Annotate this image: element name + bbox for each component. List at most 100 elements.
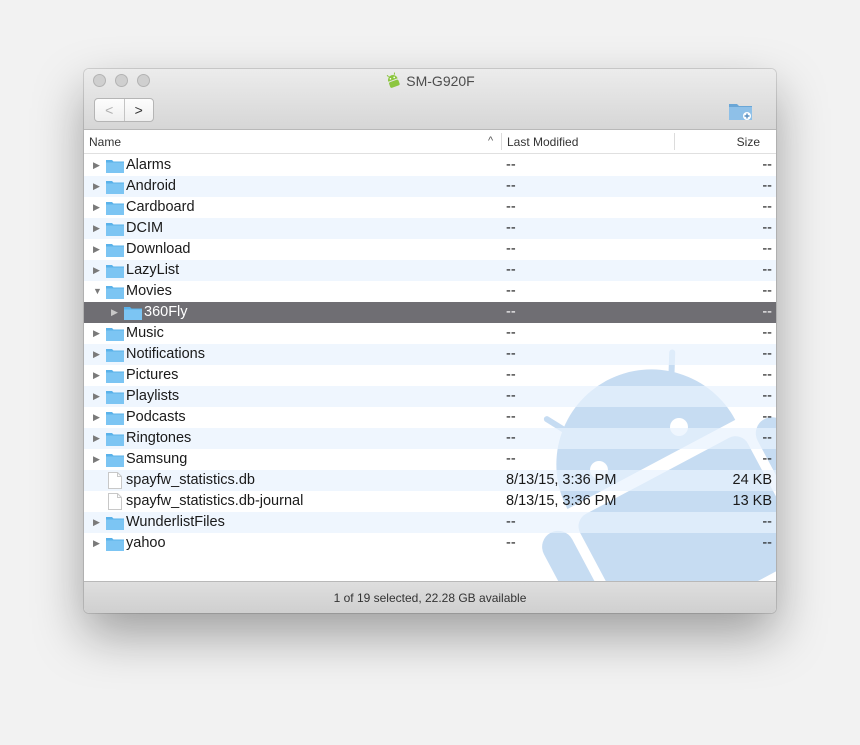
item-modified-date: --	[506, 388, 516, 404]
status-text: 1 of 19 selected, 22.28 GB available	[333, 591, 527, 605]
document-icon	[108, 493, 122, 510]
folder-row[interactable]: ▶ Playlists -- --	[84, 386, 776, 407]
folder-row[interactable]: ▶ Download -- --	[84, 239, 776, 260]
column-divider[interactable]	[674, 133, 675, 150]
disclosure-collapsed-icon[interactable]: ▶	[93, 432, 103, 444]
forward-button[interactable]: >	[123, 99, 154, 121]
item-name: Cardboard	[126, 199, 195, 215]
folder-row[interactable]: ▼ Movies -- --	[84, 281, 776, 302]
item-modified-date: --	[506, 451, 516, 467]
folder-icon	[106, 244, 124, 257]
disclosure-collapsed-icon[interactable]: ▶	[93, 180, 103, 192]
folder-row[interactable]: ▶ yahoo -- --	[84, 533, 776, 554]
folder-row[interactable]: ▶ WunderlistFiles -- --	[84, 512, 776, 533]
item-size: --	[762, 262, 772, 278]
item-modified-date: --	[506, 262, 516, 278]
item-size: 13 KB	[732, 493, 773, 509]
column-header: Name ^ Last Modified Size	[84, 130, 776, 154]
disclosure-collapsed-icon[interactable]: ▶	[93, 390, 103, 402]
item-size: --	[762, 220, 772, 236]
navigation-buttons: < >	[94, 98, 154, 122]
folder-row[interactable]: ▶ Music -- --	[84, 323, 776, 344]
item-modified-date: --	[506, 325, 516, 341]
chevron-left-icon: <	[105, 102, 114, 118]
folder-icon	[106, 202, 124, 215]
disclosure-collapsed-icon[interactable]: ▶	[93, 159, 103, 171]
disclosure-collapsed-icon[interactable]: ▶	[93, 327, 103, 339]
sort-ascending-icon: ^	[488, 135, 494, 147]
folder-row[interactable]: ▶ DCIM -- --	[84, 218, 776, 239]
item-modified-date: --	[506, 283, 516, 299]
folder-row[interactable]: ▶ Notifications -- --	[84, 344, 776, 365]
item-size: --	[762, 388, 772, 404]
folder-row[interactable]: ▶ 360Fly -- --	[84, 302, 776, 323]
back-button[interactable]: <	[95, 99, 124, 121]
folder-icon	[106, 286, 124, 299]
disclosure-collapsed-icon[interactable]: ▶	[93, 243, 103, 255]
folder-icon	[106, 223, 124, 236]
disclosure-collapsed-icon[interactable]: ▶	[93, 222, 103, 234]
new-folder-button[interactable]	[728, 100, 754, 122]
folder-row[interactable]: ▶ Cardboard -- --	[84, 197, 776, 218]
folder-row[interactable]: ▶ Pictures -- --	[84, 365, 776, 386]
new-folder-icon	[729, 104, 752, 120]
item-modified-date: --	[506, 367, 516, 383]
modified-column-header[interactable]: Last Modified	[507, 135, 578, 149]
disclosure-collapsed-icon[interactable]: ▶	[93, 537, 103, 549]
item-modified-date: --	[506, 157, 516, 173]
disclosure-collapsed-icon[interactable]: ▶	[111, 306, 121, 318]
item-modified-date: --	[506, 304, 516, 320]
file-row[interactable]: spayfw_statistics.db 8/13/15, 3:36 PM 24 K…	[84, 470, 776, 491]
item-name: spayfw_statistics.db-journal	[126, 493, 304, 509]
item-modified-date: --	[506, 514, 516, 530]
folder-row[interactable]: ▶ Ringtones -- --	[84, 428, 776, 449]
item-name: Android	[126, 178, 176, 194]
item-modified-date: 8/13/15, 3:36 PM	[506, 493, 617, 509]
item-size: --	[762, 178, 772, 194]
item-size: --	[762, 157, 772, 173]
folder-row[interactable]: ▶ Alarms -- --	[84, 155, 776, 176]
size-column-header[interactable]: Size	[737, 135, 760, 149]
name-column-header[interactable]: Name	[89, 135, 121, 149]
item-size: 24 KB	[732, 472, 773, 488]
item-name: DCIM	[126, 220, 164, 236]
folder-row[interactable]: ▶ Android -- --	[84, 176, 776, 197]
disclosure-expanded-icon[interactable]: ▼	[93, 285, 103, 297]
item-name: Download	[126, 241, 191, 257]
disclosure-collapsed-icon[interactable]: ▶	[93, 264, 103, 276]
folder-row[interactable]: ▶ LazyList -- --	[84, 260, 776, 281]
item-name: Alarms	[126, 157, 172, 173]
folder-row[interactable]: ▶ Podcasts -- --	[84, 407, 776, 428]
folder-icon	[124, 307, 142, 320]
item-size: --	[762, 430, 772, 446]
item-modified-date: --	[506, 220, 516, 236]
document-icon	[108, 472, 122, 489]
item-name: Music	[126, 325, 164, 341]
folder-icon	[106, 517, 124, 530]
item-name: LazyList	[126, 262, 180, 278]
item-name: Podcasts	[126, 409, 186, 425]
folder-icon	[106, 160, 124, 173]
folder-icon	[106, 328, 124, 341]
item-size: --	[762, 514, 772, 530]
disclosure-collapsed-icon[interactable]: ▶	[93, 201, 103, 213]
item-modified-date: --	[506, 430, 516, 446]
item-name: Notifications	[126, 346, 205, 362]
item-name: Pictures	[126, 367, 179, 383]
disclosure-collapsed-icon[interactable]: ▶	[93, 453, 103, 465]
disclosure-collapsed-icon[interactable]: ▶	[93, 348, 103, 360]
disclosure-collapsed-icon[interactable]: ▶	[93, 411, 103, 423]
item-modified-date: --	[506, 199, 516, 215]
item-name: 360Fly	[144, 304, 188, 320]
item-modified-date: --	[506, 535, 516, 551]
disclosure-collapsed-icon[interactable]: ▶	[93, 369, 103, 381]
disclosure-collapsed-icon[interactable]: ▶	[93, 516, 103, 528]
item-name: Movies	[126, 283, 172, 299]
folder-icon	[106, 181, 124, 194]
column-divider[interactable]	[501, 133, 502, 150]
folder-icon	[106, 433, 124, 446]
file-row[interactable]: spayfw_statistics.db-journal 8/13/15, 3:3…	[84, 491, 776, 512]
item-modified-date: 8/13/15, 3:36 PM	[506, 472, 617, 488]
folder-icon	[106, 265, 124, 278]
folder-row[interactable]: ▶ Samsung -- --	[84, 449, 776, 470]
